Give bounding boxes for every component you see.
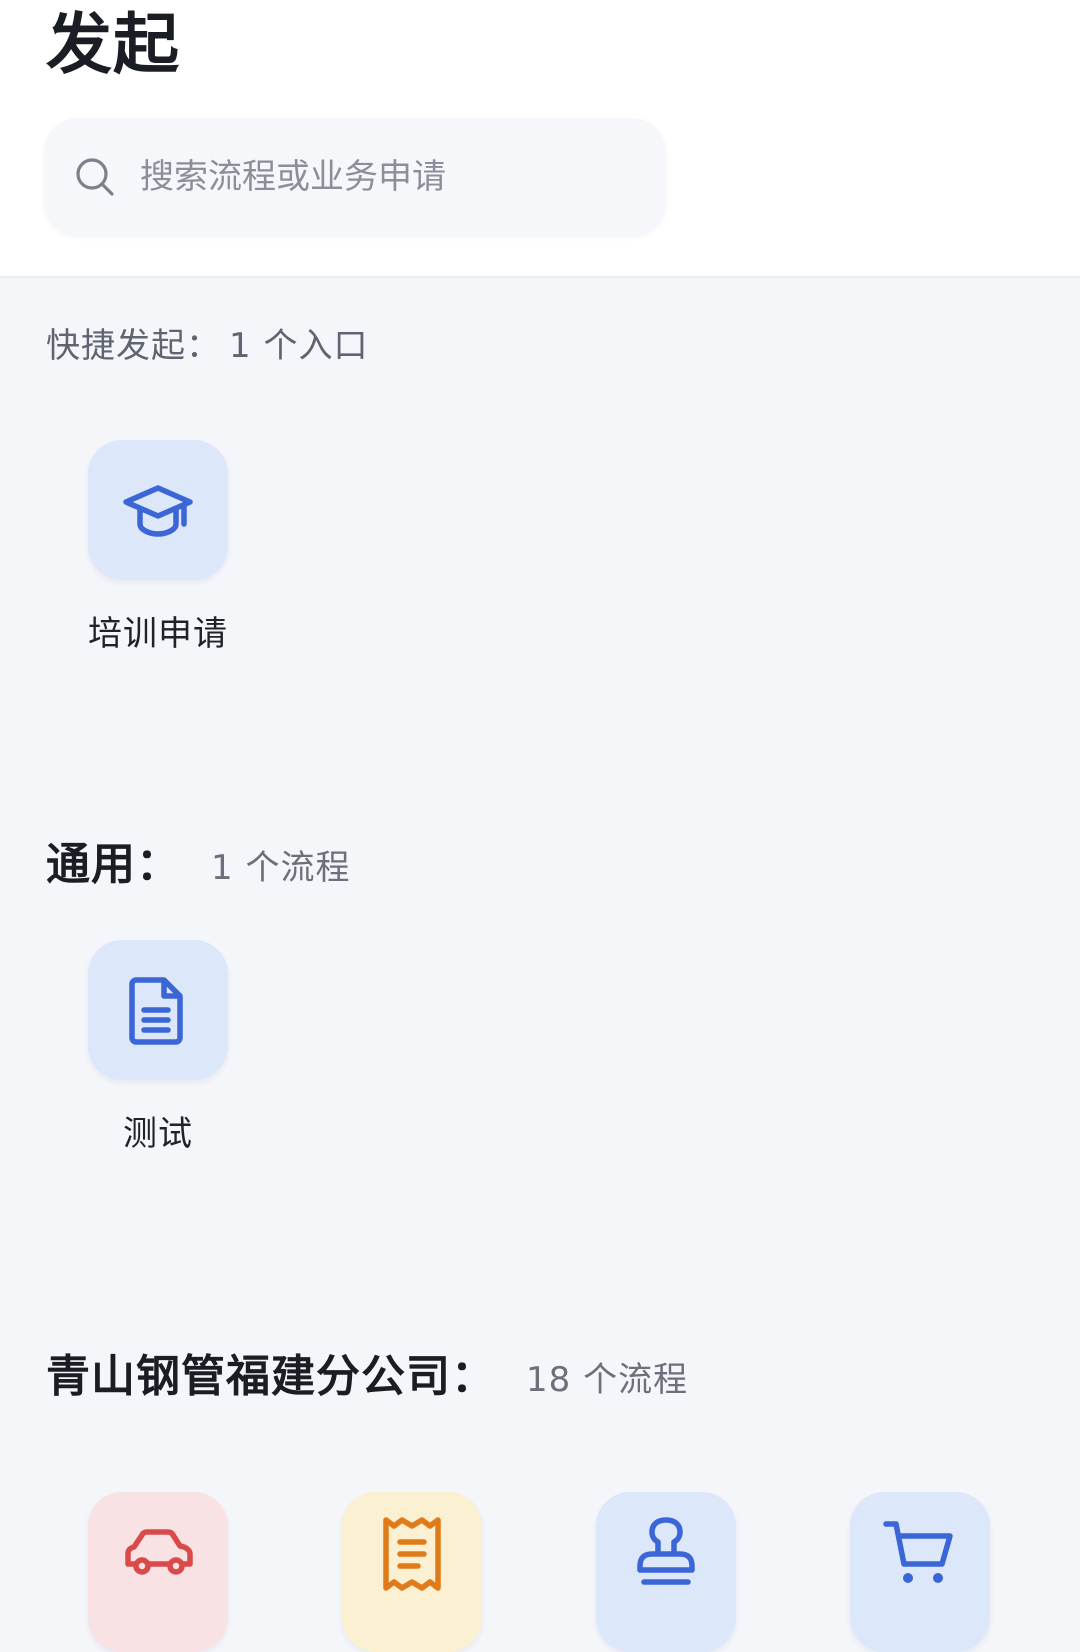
quick-start-tile-training-label[interactable]: 培训申请	[38, 606, 278, 655]
company-tile-seal[interactable]	[596, 1492, 736, 1652]
shopping-cart-icon	[883, 1521, 953, 1583]
company-tile-receipt[interactable]	[342, 1492, 482, 1652]
company-count: 18 个流程	[526, 1360, 689, 1400]
quick-start-heading: 快捷发起： 1 个入口	[46, 318, 368, 367]
general-heading: 通用： 1 个流程	[46, 828, 350, 892]
document-icon	[129, 977, 183, 1045]
company-tile-purchase[interactable]	[850, 1492, 990, 1652]
company-label: 青山钢管福建分公司：	[46, 1351, 496, 1402]
quick-start-count: 1 个入口	[229, 326, 369, 366]
general-tile-test[interactable]	[88, 940, 228, 1080]
general-tile-test-label[interactable]: 测试	[38, 1106, 278, 1155]
search-box[interactable]	[44, 118, 666, 236]
receipt-icon	[383, 1517, 441, 1591]
car-icon	[125, 1529, 193, 1575]
general-label: 通用：	[46, 839, 181, 890]
general-count: 1 个流程	[211, 848, 351, 888]
graduation-cap-icon	[123, 485, 193, 537]
page-header: 发起	[0, 0, 1080, 278]
stamp-icon	[637, 1517, 695, 1585]
quick-start-label: 快捷发起：	[46, 326, 221, 366]
quick-start-tile-training[interactable]	[88, 440, 228, 580]
company-tile-vehicle[interactable]	[88, 1492, 228, 1652]
page-title: 发起	[46, 6, 180, 83]
company-heading: 青山钢管福建分公司： 18 个流程	[46, 1340, 688, 1404]
search-input[interactable]	[96, 118, 640, 236]
